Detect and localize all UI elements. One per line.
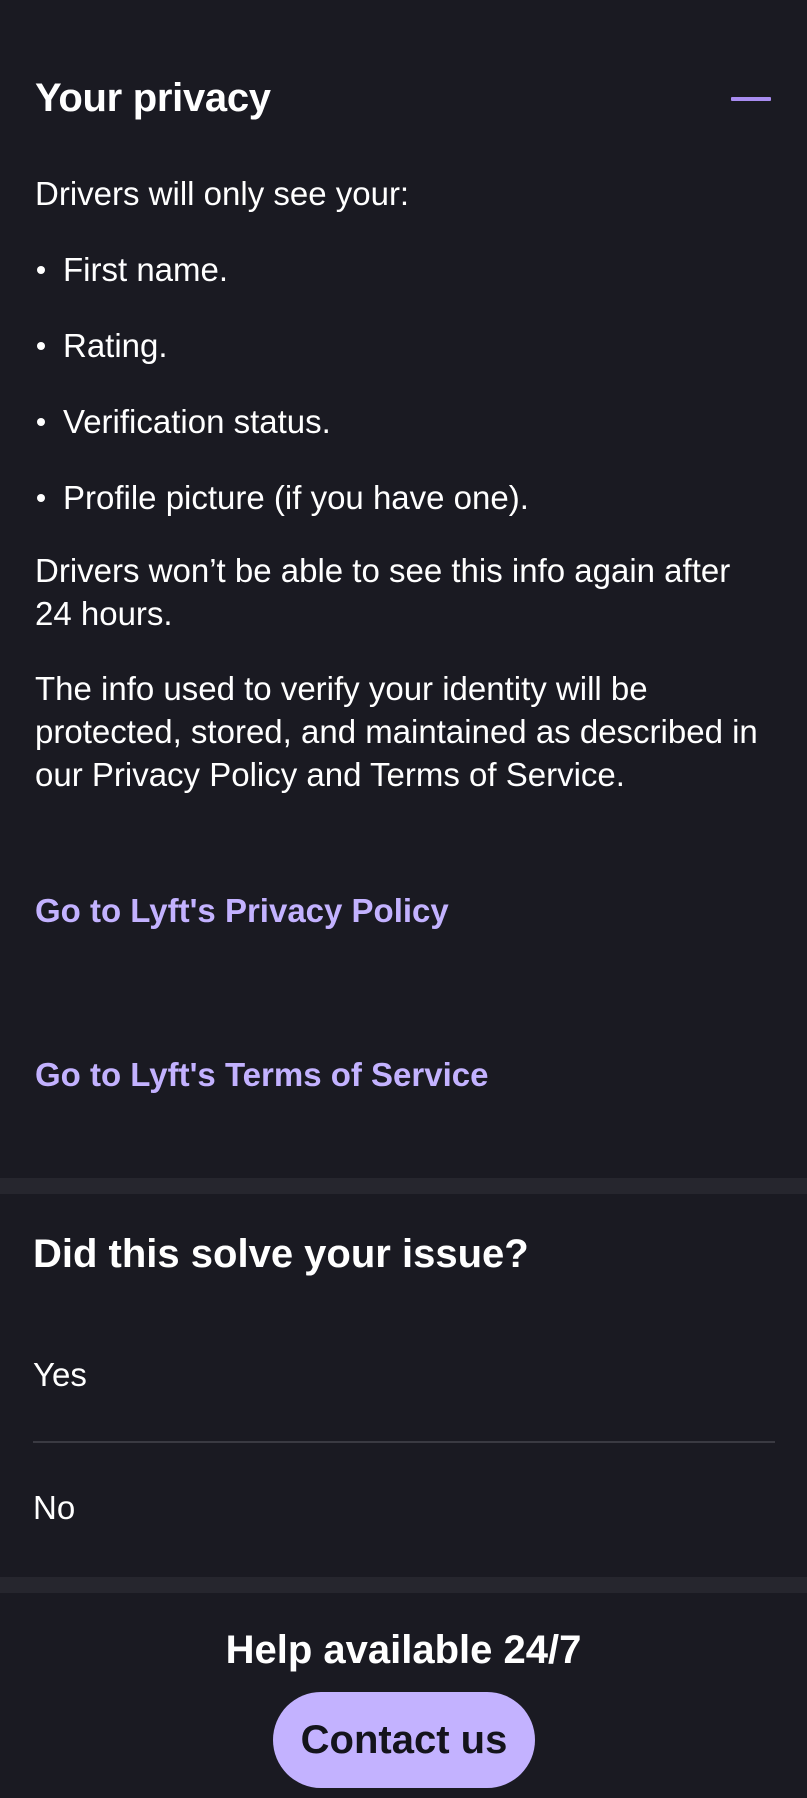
divider xyxy=(33,1441,775,1443)
privacy-section: Your privacy Drivers will only see your:… xyxy=(0,0,807,1178)
minus-icon xyxy=(731,97,771,101)
section-divider xyxy=(0,1577,807,1593)
data-protection-text: The info used to verify your identity wi… xyxy=(35,670,758,793)
list-item: Profile picture (if you have one). xyxy=(35,476,529,519)
list-item: Verification status. xyxy=(35,400,529,443)
list-item: Rating. xyxy=(35,324,529,367)
collapse-button[interactable] xyxy=(725,80,773,120)
privacy-policy-link[interactable]: Go to Lyft's Privacy Policy xyxy=(35,889,449,933)
list-item-label: First name. xyxy=(63,251,229,288)
bullet-icon xyxy=(37,266,45,274)
contact-us-button[interactable]: Contact us xyxy=(273,1692,535,1788)
privacy-intro: Drivers will only see your: xyxy=(35,175,410,212)
feedback-yes-option[interactable]: Yes xyxy=(33,1345,775,1405)
list-item-label: Rating. xyxy=(63,327,168,364)
list-item-label: Verification status. xyxy=(63,403,331,440)
section-divider xyxy=(0,1178,807,1194)
bullet-icon xyxy=(37,418,45,426)
help-title: Help available 24/7 xyxy=(225,1628,582,1672)
list-item-label: Profile picture (if you have one). xyxy=(63,479,529,516)
terms-of-service-link[interactable]: Go to Lyft's Terms of Service xyxy=(35,1053,488,1097)
visibility-duration-text: Drivers won’t be able to see this info a… xyxy=(35,552,731,632)
feedback-title: Did this solve your issue? xyxy=(33,1232,529,1276)
visible-info-list: First name. Rating. Verification status.… xyxy=(35,248,529,552)
bullet-icon xyxy=(37,342,45,350)
bullet-icon xyxy=(37,494,45,502)
feedback-no-option[interactable]: No xyxy=(33,1478,775,1538)
list-item: First name. xyxy=(35,248,529,291)
privacy-title: Your privacy xyxy=(35,76,271,120)
